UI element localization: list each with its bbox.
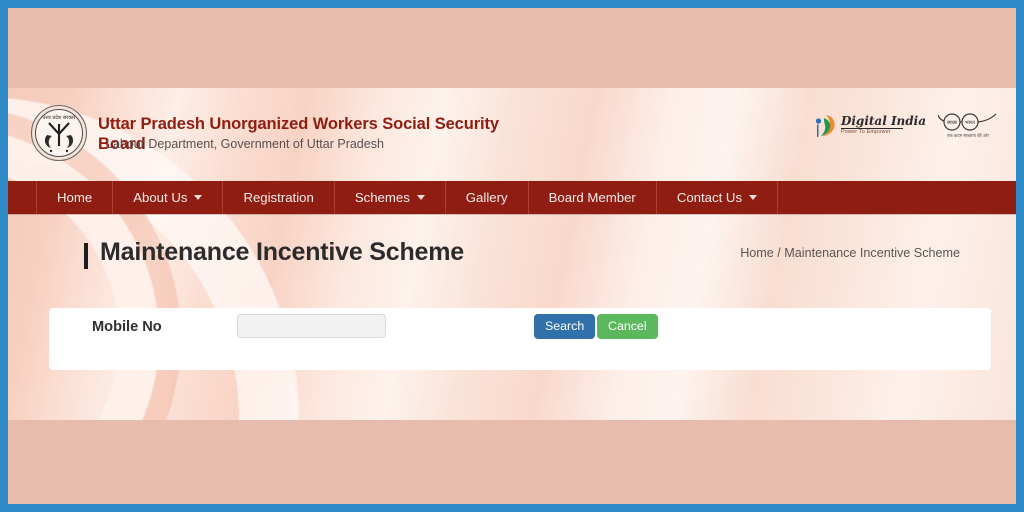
breadcrumb-current: Maintenance Incentive Scheme — [784, 246, 960, 260]
nav-item-gallery[interactable]: Gallery — [446, 181, 529, 214]
website-content-area: उत्तर प्रदेश सरकार Uttar Pradesh Unorgan… — [8, 88, 1016, 420]
breadcrumb: Home / Maintenance Incentive Scheme — [740, 246, 960, 260]
mobile-no-label: Mobile No — [92, 319, 162, 335]
svg-text:स्वच्छ: स्वच्छ — [947, 120, 958, 126]
chevron-down-icon — [194, 195, 203, 200]
organization-subtitle-row: Board Labour Department, Government of U… — [98, 135, 578, 153]
nav-item-label: Schemes — [354, 190, 410, 205]
browser-page-frame: उत्तर प्रदेश सरकार Uttar Pradesh Unorgan… — [0, 0, 1024, 512]
nav-item-registration[interactable]: Registration — [223, 181, 335, 214]
organization-title: Uttar Pradesh Unorganized Workers Social… — [98, 115, 500, 133]
swachh-bharat-tagline: एक कदम स्वच्छता की ओर — [946, 133, 990, 138]
header-logo-group: Digital India Power To Empower स्वच्छ भा… — [813, 112, 998, 139]
page-title-row: Maintenance Incentive Scheme Home / Main… — [8, 238, 1016, 284]
digital-india-logo-icon: Digital India Power To Empower — [813, 113, 926, 139]
nav-item-schemes[interactable]: Schemes — [335, 181, 446, 214]
digital-india-text-block: Digital India Power To Empower — [840, 114, 926, 136]
page-title-accent-bar — [84, 243, 88, 269]
svg-text:भारत: भारत — [965, 120, 975, 126]
chevron-down-icon — [749, 195, 758, 200]
chevron-down-icon — [416, 195, 425, 200]
digital-india-name: Digital India — [840, 114, 926, 129]
swachh-bharat-glasses-icon: स्वच्छ भारत एक कदम स्वच्छता की ओर — [938, 112, 998, 139]
mobile-no-input[interactable] — [237, 314, 386, 338]
nav-item-label: About Us — [133, 190, 188, 205]
digital-india-tagline: Power To Empower — [840, 129, 891, 136]
nav-item-label: Registration — [243, 190, 314, 205]
nav-item-board-member[interactable]: Board Member — [529, 181, 657, 214]
uttar-pradesh-government-emblem-icon: उत्तर प्रदेश सरकार — [30, 104, 88, 162]
search-button[interactable]: Search — [534, 314, 596, 339]
organization-name-block: Uttar Pradesh Unorganized Workers Social… — [98, 114, 578, 153]
nav-item-about-us[interactable]: About Us — [113, 181, 224, 214]
nav-item-contact-us[interactable]: Contact Us — [657, 181, 779, 214]
top-background-band — [8, 8, 1016, 88]
nav-item-label: Home — [57, 190, 93, 205]
cancel-button[interactable]: Cancel — [597, 314, 658, 339]
nav-item-label: Board Member — [548, 190, 636, 205]
nav-item-label: Gallery — [465, 190, 508, 205]
nav-item-label: Contact Us — [676, 190, 743, 205]
search-form-row: Mobile No Search Cancel — [49, 308, 991, 370]
organization-subtitle: Labour Department, Government of Uttar P… — [106, 137, 384, 151]
site-header: उत्तर प्रदेश सरकार Uttar Pradesh Unorgan… — [8, 88, 1016, 173]
page-title: Maintenance Incentive Scheme — [100, 238, 464, 266]
main-navigation: Home About Us Registration Schemes Galle… — [8, 181, 1016, 214]
breadcrumb-separator: / — [773, 246, 785, 260]
bottom-background-band — [8, 420, 1016, 504]
nav-item-home[interactable]: Home — [36, 181, 114, 214]
breadcrumb-home-link[interactable]: Home — [740, 246, 774, 260]
svg-text:उत्तर प्रदेश सरकार: उत्तर प्रदेश सरकार — [43, 114, 77, 121]
search-form-card: Mobile No Search Cancel — [49, 308, 991, 370]
